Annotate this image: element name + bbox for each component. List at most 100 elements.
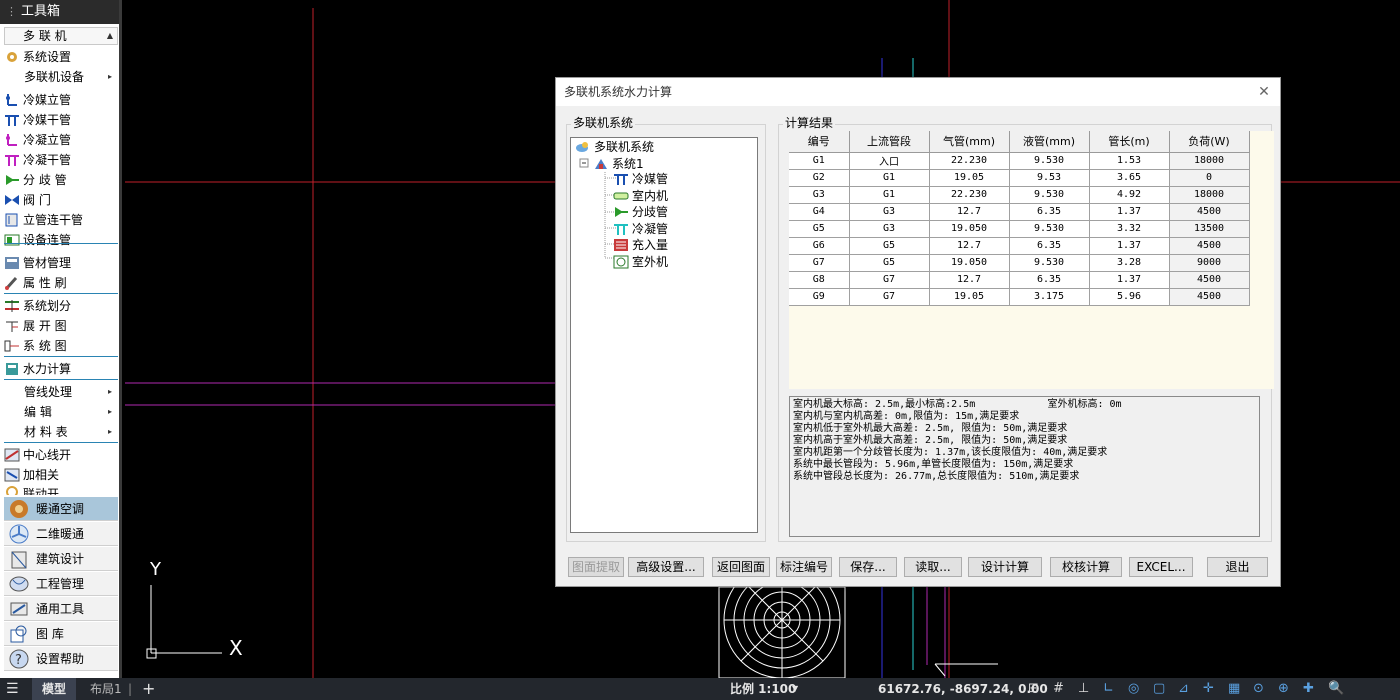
table-cell[interactable]: 19.050 (929, 220, 1010, 238)
column-header[interactable]: 气管(mm) (929, 131, 1010, 153)
table-cell[interactable]: 6.35 (1009, 271, 1090, 289)
ortho-icon[interactable]: ⊥ (1078, 678, 1089, 700)
table-cell[interactable]: G1 (789, 152, 850, 170)
toolbox-item-1[interactable]: 多联机设备 ▸ (4, 67, 118, 87)
table-cell[interactable]: 18000 (1169, 152, 1250, 170)
toolbox-item-13[interactable]: 展 开 图 (4, 316, 118, 336)
module-button-5[interactable]: 图 库 (4, 622, 118, 646)
toolbox-item-15[interactable]: 水力计算 (4, 359, 118, 379)
table-cell[interactable]: 12.7 (929, 203, 1010, 221)
table-row[interactable]: G2 G1 19.05 9.53 3.65 0 (789, 169, 1250, 187)
menu-icon[interactable]: ☰ (6, 678, 19, 700)
table-cell[interactable]: 9.530 (1009, 254, 1090, 272)
table-row[interactable]: G3 G1 22.230 9.530 4.92 18000 (789, 186, 1250, 204)
isometric-icon[interactable]: ◎ (1128, 678, 1139, 700)
results-table[interactable]: 编号 上流管段 气管(mm) 液管(mm) 管长(m) 负荷(W) G1 入口 22.230 9… (789, 131, 1274, 389)
table-cell[interactable]: 18000 (1169, 186, 1250, 204)
module-button-0[interactable]: 暖通空调 (4, 497, 118, 521)
module-button-3[interactable]: 工程管理 (4, 572, 118, 596)
excel-button[interactable]: EXCEL... (1129, 557, 1193, 577)
table-cell[interactable]: 12.7 (929, 237, 1010, 255)
read-button[interactable]: 读取... (904, 557, 962, 577)
table-cell[interactable]: 4.92 (1089, 186, 1170, 204)
system-tree[interactable]: 多联机系统 系统1 冷媒管 室内机 分歧管 冷凝管 充入量 室外机 (570, 137, 758, 533)
add-tab-button[interactable]: + (142, 678, 155, 700)
toolbox-item-19[interactable]: 中心线开 (4, 445, 118, 465)
table-cell[interactable]: 3.28 (1089, 254, 1170, 272)
toolbox-item-5[interactable]: 冷凝干管 (4, 150, 118, 170)
tree-child-0[interactable]: 冷媒管 (613, 171, 668, 187)
extract-button[interactable]: 图面提取 (568, 557, 624, 577)
toolbox-item-9[interactable]: 设备连管 (4, 230, 118, 250)
table-cell[interactable]: 19.05 (929, 169, 1010, 187)
zoom-icon[interactable]: 🔍 (1328, 678, 1344, 700)
toolbox-item-14[interactable]: 系 统 图 (4, 336, 118, 356)
table-cell[interactable]: 6.35 (1009, 237, 1090, 255)
toolbox-item-8[interactable]: 立管连干管 (4, 210, 118, 230)
column-header[interactable]: 编号 (789, 131, 850, 153)
table-cell[interactable]: G8 (789, 271, 850, 289)
transparency-icon[interactable]: ▦ (1228, 678, 1240, 700)
table-cell[interactable]: 5.96 (1089, 288, 1170, 306)
table-cell[interactable]: 3.32 (1089, 220, 1170, 238)
toolbox-item-3[interactable]: 冷媒干管 (4, 110, 118, 130)
lineweight-icon[interactable]: ✛ (1203, 678, 1214, 700)
column-header[interactable]: 管长(m) (1089, 131, 1170, 153)
close-icon[interactable]: ✕ (1256, 84, 1272, 100)
toolbox-item-0[interactable]: 系统设置 (4, 47, 118, 67)
save-button[interactable]: 保存... (839, 557, 897, 577)
toolbox-item-16[interactable]: 管线处理 ▸ (4, 382, 118, 402)
check-calc-button[interactable]: 校核计算 (1050, 557, 1122, 577)
table-cell[interactable]: G1 (849, 169, 930, 187)
selection-icon[interactable]: ⊙ (1253, 678, 1264, 700)
table-cell[interactable]: 1.53 (1089, 152, 1170, 170)
scale-caret-icon[interactable]: ▼ (792, 678, 798, 700)
module-button-6[interactable]: ? 设置帮助 (4, 647, 118, 671)
category-dropdown[interactable]: 多 联 机 ▲ (4, 27, 118, 45)
table-cell[interactable]: 19.050 (929, 254, 1010, 272)
advanced-button[interactable]: 高级设置... (628, 557, 704, 577)
otrack-icon[interactable]: ⊿ (1178, 678, 1189, 700)
table-row[interactable]: G1 入口 22.230 9.530 1.53 18000 (789, 152, 1250, 170)
dialog-title-bar[interactable]: 多联机系统水力计算 (556, 78, 1280, 106)
table-cell[interactable]: G3 (849, 203, 930, 221)
table-cell[interactable]: 13500 (1169, 220, 1250, 238)
table-cell[interactable]: 4500 (1169, 203, 1250, 221)
annotation-icon[interactable]: ⊕ (1278, 678, 1289, 700)
check-report[interactable]: 室内机最大标高: 2.5m,最小标高:2.5m 室外机标高: 0m 室内机与室内机… (789, 396, 1260, 537)
toolbox-item-12[interactable]: 系统划分 (4, 296, 118, 316)
polar-icon[interactable]: ∟ (1103, 678, 1114, 700)
grip-icon[interactable]: ⋮ (6, 0, 17, 24)
table-cell[interactable]: G5 (789, 220, 850, 238)
table-row[interactable]: G4 G3 12.7 6.35 1.37 4500 (789, 203, 1250, 221)
table-row[interactable]: G6 G5 12.7 6.35 1.37 4500 (789, 237, 1250, 255)
grid-icon[interactable]: ⊞ (1028, 678, 1039, 700)
toolbox-item-4[interactable]: 冷凝立管 (4, 130, 118, 150)
tree-root[interactable]: 多联机系统 (575, 139, 654, 155)
table-cell[interactable]: 9.53 (1009, 169, 1090, 187)
exit-button[interactable]: 退出 (1207, 557, 1268, 577)
table-cell[interactable]: 22.230 (929, 152, 1010, 170)
table-cell[interactable]: 3.175 (1009, 288, 1090, 306)
table-cell[interactable]: G7 (849, 288, 930, 306)
table-cell[interactable]: 1.37 (1089, 271, 1170, 289)
tree-child-3[interactable]: 冷凝管 (613, 221, 668, 237)
tree-system-node[interactable]: 系统1 (593, 156, 644, 172)
table-cell[interactable]: G2 (789, 169, 850, 187)
osnap-icon[interactable]: ▢ (1153, 678, 1165, 700)
table-row[interactable]: G8 G7 12.7 6.35 1.37 4500 (789, 271, 1250, 289)
table-row[interactable]: G5 G3 19.050 9.530 3.32 13500 (789, 220, 1250, 238)
module-button-1[interactable]: 二维暖通 (4, 522, 118, 546)
table-row[interactable]: G9 G7 19.05 3.175 5.96 4500 (789, 288, 1250, 306)
toolbox-item-20[interactable]: 加相关 (4, 465, 118, 485)
table-cell[interactable]: 4500 (1169, 288, 1250, 306)
table-cell[interactable]: 6.35 (1009, 203, 1090, 221)
table-cell[interactable]: 3.65 (1089, 169, 1170, 187)
toolbox-item-18[interactable]: 材 料 表 ▸ (4, 422, 118, 442)
table-cell[interactable]: 9.530 (1009, 186, 1090, 204)
table-cell[interactable]: 9.530 (1009, 152, 1090, 170)
toolbox-item-7[interactable]: 阀 门 (4, 190, 118, 210)
table-cell[interactable]: 9.530 (1009, 220, 1090, 238)
toolbox-item-10[interactable]: 管材管理 (4, 253, 118, 273)
table-cell[interactable]: G6 (789, 237, 850, 255)
